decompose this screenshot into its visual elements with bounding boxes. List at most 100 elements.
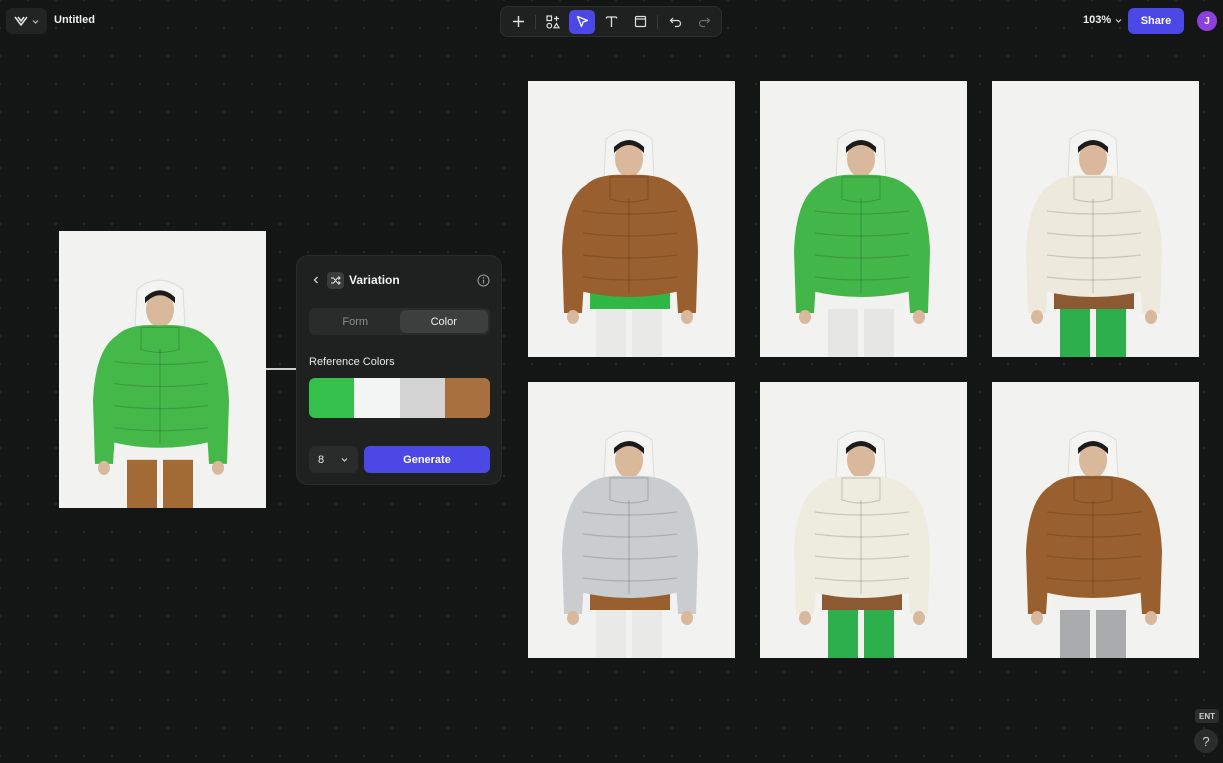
hand-left — [1031, 611, 1043, 625]
pointer-icon — [576, 15, 588, 28]
undo-button[interactable] — [662, 10, 688, 34]
variation-image-6[interactable] — [992, 382, 1199, 658]
hand-left — [799, 611, 811, 625]
variation-image-3[interactable] — [992, 81, 1199, 357]
sleeve-left — [1026, 486, 1050, 614]
variation-panel: Variation Form Color Reference Colors 8 … — [296, 255, 502, 485]
plus-icon — [512, 16, 524, 27]
pointer-tool-button[interactable] — [569, 9, 595, 34]
ent-badge[interactable]: ENT — [1195, 709, 1219, 723]
source-image-figure — [93, 279, 229, 508]
jacket-collar — [609, 477, 649, 504]
shuffle-icon — [327, 272, 344, 289]
connector-line — [266, 368, 296, 370]
variation-count-select[interactable]: 8 — [309, 446, 358, 473]
pants-left — [828, 604, 858, 658]
pants-right — [163, 453, 193, 508]
undo-icon — [669, 17, 681, 28]
variation-figure — [1026, 430, 1162, 658]
jacket-collar — [1073, 477, 1113, 504]
panel-header: Variation — [297, 272, 501, 290]
help-button[interactable]: ? — [1194, 729, 1218, 753]
jacket-collar — [841, 176, 881, 203]
variation-figure — [794, 430, 930, 658]
components-tool-button[interactable] — [540, 10, 566, 34]
panel-title: Variation — [349, 273, 400, 287]
frame-tool-button[interactable] — [627, 10, 653, 34]
hand-right — [1145, 310, 1157, 324]
avatar[interactable]: J — [1197, 11, 1217, 31]
logo-icon — [14, 16, 28, 26]
color-swatch-3[interactable] — [399, 378, 445, 418]
hand-right — [681, 310, 693, 324]
sleeve-right — [674, 185, 698, 313]
sleeve-left — [794, 486, 818, 614]
pants-left — [596, 604, 626, 658]
sleeve-left — [93, 335, 117, 464]
reference-colors-label: Reference Colors — [309, 356, 395, 368]
variation-count-value: 8 — [318, 453, 325, 466]
variation-image-1[interactable] — [528, 81, 735, 357]
sleeve-right — [906, 185, 930, 313]
chevron-left-icon[interactable] — [312, 275, 320, 285]
sleeve-right — [906, 486, 930, 614]
pants-right — [1096, 604, 1126, 658]
reference-color-swatches — [309, 378, 490, 418]
pants-right — [864, 303, 894, 357]
chevron-down-icon — [32, 19, 39, 24]
tab-color[interactable]: Color — [399, 310, 488, 333]
jacket-collar — [609, 176, 649, 203]
toolbar-divider — [657, 14, 658, 29]
document-title[interactable]: Untitled — [54, 14, 95, 26]
variation-image-5[interactable] — [760, 382, 967, 658]
source-image[interactable] — [59, 231, 266, 508]
chevron-down-icon — [341, 458, 348, 462]
hand-left — [567, 310, 579, 324]
zoom-level: 103% — [1083, 14, 1112, 26]
hand-left — [567, 611, 579, 625]
variation-image-2[interactable] — [760, 81, 967, 357]
info-icon[interactable] — [477, 274, 490, 287]
pants-right — [1096, 303, 1126, 357]
pants-left — [1060, 604, 1090, 658]
variation-figure — [1026, 129, 1162, 357]
sleeve-left — [794, 185, 818, 313]
redo-button[interactable] — [691, 10, 717, 34]
jacket-collar — [841, 477, 881, 504]
hand-right — [1145, 611, 1157, 625]
text-tool-button[interactable] — [598, 10, 624, 34]
add-tool-button[interactable] — [505, 10, 531, 34]
variation-image-4[interactable] — [528, 382, 735, 658]
hand-right — [212, 460, 224, 475]
zoom-control[interactable]: 103% — [1083, 14, 1122, 26]
pants-left — [828, 303, 858, 357]
jacket-collar — [1073, 176, 1113, 203]
generate-button[interactable]: Generate — [364, 446, 490, 473]
color-swatch-2[interactable] — [354, 378, 400, 418]
color-swatch-4[interactable] — [444, 378, 490, 418]
hand-left — [1031, 310, 1043, 324]
toolbar — [500, 6, 722, 37]
pants-right — [864, 604, 894, 658]
jacket-collar — [140, 326, 180, 353]
sleeve-right — [674, 486, 698, 614]
variation-figure — [562, 129, 698, 357]
pants-left — [127, 453, 157, 508]
pants-left — [1060, 303, 1090, 357]
sleeve-right — [205, 335, 229, 464]
chevron-down-icon — [1115, 18, 1122, 23]
app-menu-button[interactable] — [6, 8, 47, 34]
hand-right — [681, 611, 693, 625]
pants-right — [632, 303, 662, 357]
pants-right — [632, 604, 662, 658]
components-icon — [546, 14, 560, 29]
hand-left — [98, 460, 110, 475]
share-button[interactable]: Share — [1128, 8, 1184, 34]
color-swatch-1[interactable] — [309, 378, 355, 418]
hand-right — [913, 611, 925, 625]
sleeve-right — [1138, 486, 1162, 614]
sleeve-left — [1026, 185, 1050, 313]
tab-form[interactable]: Form — [311, 310, 400, 333]
variation-figure — [794, 129, 930, 357]
sleeve-left — [562, 486, 586, 614]
